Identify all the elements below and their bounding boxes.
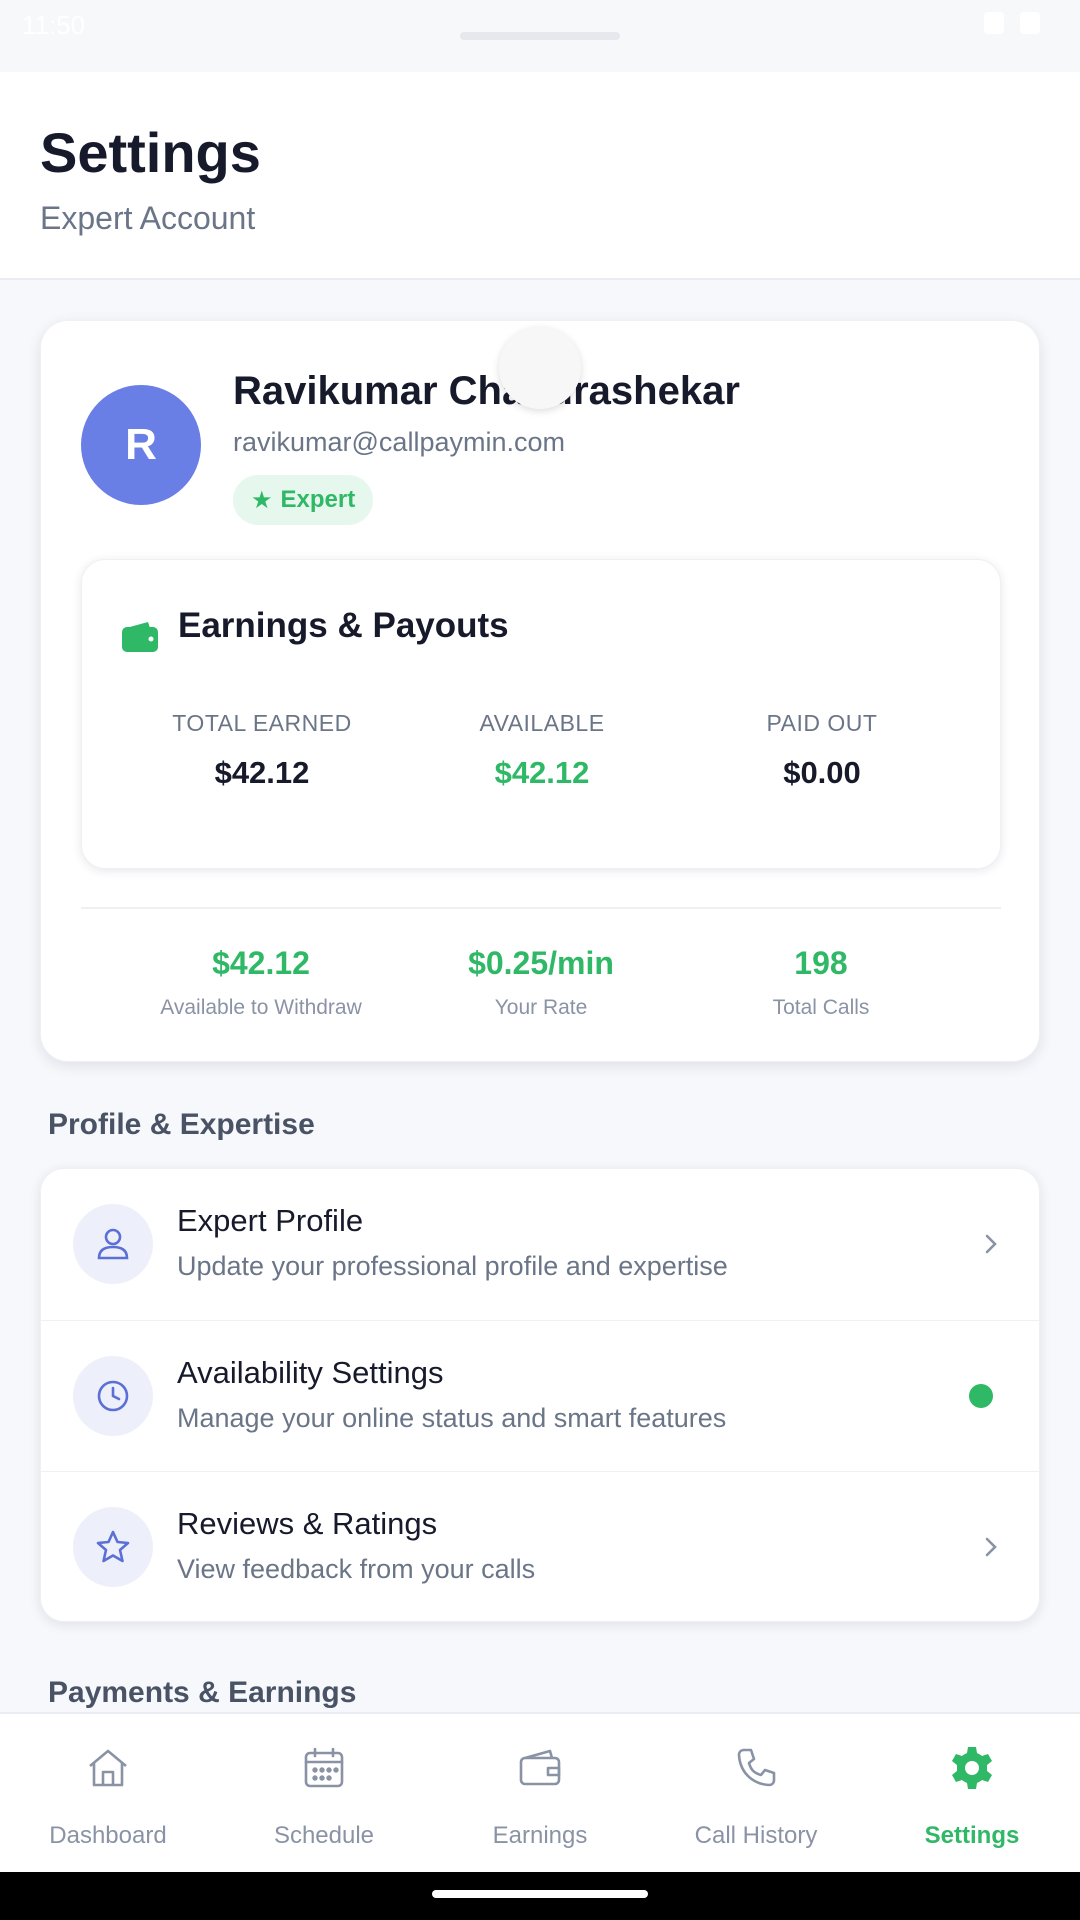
- list-item-title: Reviews & Ratings: [177, 1506, 438, 1541]
- nav-earnings[interactable]: Earnings: [432, 1714, 648, 1874]
- phone-icon: [737, 1748, 776, 1787]
- wifi-icon: [984, 12, 1004, 34]
- total-earned-label: TOTAL EARNED: [172, 710, 352, 736]
- list-item-reviews-ratings[interactable]: Reviews & Ratings View feedback from you…: [41, 1471, 1039, 1621]
- section-title-profile-expertise: Profile & Expertise: [48, 1108, 315, 1141]
- stat-total-calls: 198 Total Calls: [661, 945, 981, 1020]
- earnings-payouts-card[interactable]: Earnings & Payouts TOTAL EARNED $42.12 A…: [81, 559, 1001, 869]
- nav-call-history[interactable]: Call History: [648, 1714, 864, 1874]
- star-icon: ★: [251, 486, 273, 514]
- battery-icon: [1020, 12, 1040, 34]
- wallet-icon: [519, 1749, 561, 1786]
- section-title-payments-earnings: Payments & Earnings: [48, 1676, 357, 1709]
- stat-value: $42.12: [212, 945, 310, 981]
- home-indicator[interactable]: [432, 1890, 648, 1898]
- chevron-right-icon: [985, 1234, 997, 1254]
- paid-out-value: $0.00: [783, 755, 861, 790]
- page-title: Settings: [40, 121, 261, 184]
- gear-icon: [952, 1747, 992, 1789]
- status-time: 11:50: [22, 10, 86, 40]
- list-item-expert-profile[interactable]: Expert Profile Update your professional …: [41, 1169, 1039, 1319]
- status-bar: 11:50: [0, 0, 1080, 72]
- stat-value: $0.25/min: [468, 945, 614, 981]
- nav-settings[interactable]: Settings: [864, 1714, 1080, 1874]
- nav-label: Settings: [924, 1822, 1020, 1849]
- settings-list: Expert Profile Update your professional …: [40, 1168, 1040, 1622]
- wallet-icon: [122, 622, 158, 652]
- available-value: $42.12: [494, 755, 590, 790]
- available: AVAILABLE $42.12: [402, 710, 682, 791]
- profile-name: Ravikumar Chandrashekar: [233, 369, 740, 413]
- loading-spinner: [499, 327, 581, 409]
- list-item-description: Manage your online status and smart feat…: [177, 1403, 727, 1433]
- expert-badge: ★ Expert: [233, 475, 374, 525]
- profile-email: ravikumar@callpaymin.com: [233, 427, 565, 457]
- status-icons: [984, 12, 1040, 34]
- nav-label: Call History: [694, 1822, 818, 1849]
- profile-card: R Ravikumar Chandrashekar ravikumar@call…: [40, 320, 1040, 1062]
- list-item-title: Expert Profile: [177, 1203, 364, 1238]
- list-item-description: View feedback from your calls: [177, 1554, 536, 1584]
- nav-schedule[interactable]: Schedule: [216, 1714, 432, 1874]
- page-subtitle: Expert Account: [40, 200, 256, 236]
- total-earned: TOTAL EARNED $42.12: [122, 710, 402, 791]
- paid-out-label: PAID OUT: [766, 710, 878, 736]
- stat-label: Total Calls: [772, 996, 870, 1019]
- nav-label: Earnings: [492, 1822, 588, 1849]
- earnings-title: Earnings & Payouts: [178, 606, 509, 645]
- home-icon: [89, 1749, 127, 1787]
- list-item-title: Availability Settings: [177, 1355, 444, 1390]
- nav-label: Schedule: [273, 1822, 375, 1849]
- nav-dashboard[interactable]: Dashboard: [0, 1714, 216, 1874]
- system-nav-bar: [0, 1872, 1080, 1920]
- nav-label: Dashboard: [49, 1822, 167, 1849]
- user-icon: [73, 1204, 153, 1284]
- page-header: Settings Expert Account: [0, 72, 1080, 280]
- stat-your-rate: $0.25/min Your Rate: [381, 945, 701, 1020]
- expert-badge-label: Expert: [280, 486, 356, 513]
- list-item-description: Update your professional profile and exp…: [177, 1251, 728, 1281]
- divider: [81, 907, 1001, 909]
- stat-value: 198: [794, 945, 848, 981]
- stat-label: Available to Withdraw: [160, 996, 362, 1019]
- stat-available-to-withdraw: $42.12 Available to Withdraw: [101, 945, 421, 1020]
- star-icon: [73, 1507, 153, 1587]
- chevron-right-icon: [985, 1537, 997, 1557]
- list-item-availability-settings[interactable]: Availability Settings Manage your online…: [41, 1320, 1039, 1470]
- clock-icon: [73, 1356, 153, 1436]
- paid-out: PAID OUT $0.00: [682, 710, 962, 791]
- total-earned-value: $42.12: [214, 755, 310, 790]
- calendar-icon: [304, 1747, 344, 1788]
- online-status-dot: [969, 1384, 993, 1408]
- stat-label: Your Rate: [494, 996, 588, 1019]
- avatar[interactable]: R: [81, 385, 201, 505]
- bottom-nav: Dashboard Schedule Earnings Call History: [0, 1712, 1080, 1872]
- drag-handle: [460, 32, 620, 40]
- available-label: AVAILABLE: [479, 710, 605, 736]
